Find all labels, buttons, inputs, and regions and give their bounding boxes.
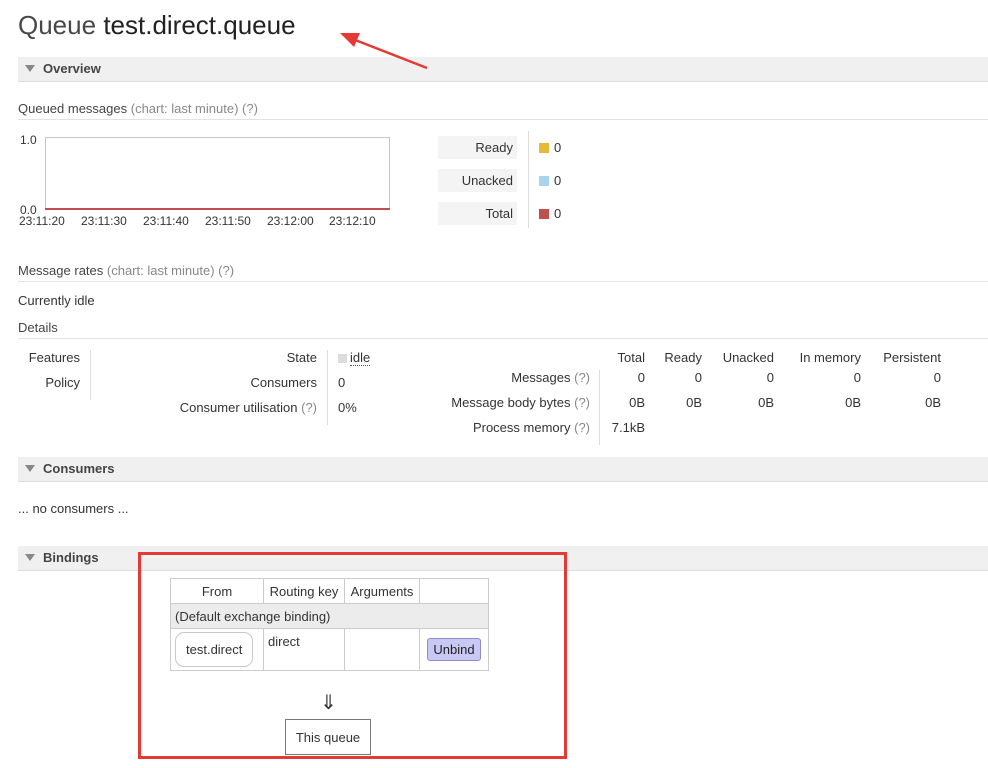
stat-cell: 0B: [629, 395, 645, 410]
legend-ready-swatch[interactable]: [539, 143, 549, 153]
queue-name: test.direct.queue: [103, 10, 296, 40]
legend-total-label: Total: [438, 202, 517, 225]
consumer-utilisation-label: Consumer utilisation (?): [100, 400, 317, 415]
legend-unacked-value: 0: [554, 173, 562, 188]
details-divider: [327, 350, 328, 425]
stat-cell: 0B: [686, 395, 702, 410]
queued-messages-chart: [45, 137, 390, 209]
overview-section-header[interactable]: Overview: [18, 57, 988, 82]
state-idle-text: idle: [350, 350, 371, 366]
page-title: Queue test.direct.queue: [18, 10, 296, 41]
state-label: State: [286, 350, 317, 365]
stat-cell: 0: [933, 370, 941, 385]
details-title: Details: [18, 320, 58, 335]
col-header-ready: Ready: [664, 350, 702, 365]
collapse-triangle-icon: [25, 465, 35, 473]
overview-section-label: Overview: [43, 61, 101, 76]
idle-state-icon: [338, 354, 347, 364]
stat-cell: 0: [766, 370, 774, 385]
features-label: Features: [28, 350, 80, 365]
queued-messages-title: Queued messages: [18, 101, 128, 116]
collapse-triangle-icon: [25, 65, 35, 73]
col-header-unacked: Unacked: [722, 350, 774, 365]
chart-y-max-label: 1.0: [20, 133, 37, 147]
legend-divider: [528, 131, 529, 228]
legend-ready-value: 0: [554, 140, 562, 155]
body-bytes-label-text: Message body bytes: [451, 395, 571, 410]
chart-x-tick: 23:11:20: [19, 214, 65, 228]
stat-cell: 0B: [845, 395, 861, 410]
details-divider: [90, 350, 91, 400]
stat-cell: 0: [637, 370, 645, 385]
stat-cell: 0: [853, 370, 861, 385]
consumers-section-label: Consumers: [43, 461, 115, 476]
help-icon[interactable]: (?): [218, 263, 234, 278]
consumers-label: Consumers: [250, 375, 317, 390]
legend-total-swatch[interactable]: [539, 209, 549, 219]
message-rates-title: Message rates: [18, 263, 104, 278]
legend-unacked-swatch[interactable]: [539, 176, 549, 186]
help-icon[interactable]: (?): [242, 101, 258, 116]
chart-x-tick: 23:12:00: [267, 214, 314, 228]
help-icon[interactable]: (?): [574, 370, 590, 385]
messages-label-text: Messages: [511, 370, 571, 385]
consumer-utilisation-text: Consumer utilisation: [179, 400, 298, 415]
state-value: idle: [338, 350, 371, 366]
help-icon[interactable]: (?): [301, 400, 317, 415]
stat-cell: 0B: [758, 395, 774, 410]
consumers-value: 0: [338, 375, 346, 390]
chart-range-link[interactable]: (chart: last minute): [107, 263, 215, 278]
chart-x-tick: 23:12:10: [329, 214, 376, 228]
stat-cell: 0: [694, 370, 702, 385]
consumer-utilisation-value: 0%: [338, 400, 357, 415]
legend-ready-label: Ready: [438, 136, 517, 159]
stat-cell: 7.1kB: [611, 420, 645, 435]
legend-unacked-label: Unacked: [438, 169, 517, 192]
help-icon[interactable]: (?): [574, 420, 590, 435]
annotation-highlight-box: [138, 552, 567, 759]
process-memory-row-label: Process memory (?): [400, 420, 590, 435]
no-consumers-message: ... no consumers ...: [18, 501, 129, 516]
annotation-arrow-icon: [340, 33, 428, 70]
chart-x-tick: 23:11:50: [205, 214, 251, 228]
chart-x-tick: 23:11:40: [143, 214, 189, 228]
stat-cell: 0B: [925, 395, 941, 410]
chart-total-series-line: [45, 208, 390, 210]
messages-row-label: Messages (?): [400, 370, 590, 385]
process-memory-label-text: Process memory: [472, 420, 571, 435]
chart-range-link[interactable]: (chart: last minute): [131, 101, 239, 116]
policy-label: Policy: [45, 375, 80, 390]
details-heading: Details: [18, 320, 988, 339]
message-rates-heading: Message rates (chart: last minute) (?): [18, 263, 988, 282]
chart-x-tick: 23:11:30: [81, 214, 127, 228]
body-bytes-row-label: Message body bytes (?): [400, 395, 590, 410]
message-rates-status: Currently idle: [18, 293, 95, 308]
col-header-total: Total: [617, 350, 645, 365]
col-header-in-memory: In memory: [799, 350, 861, 365]
legend-total-value: 0: [554, 206, 562, 221]
help-icon[interactable]: (?): [574, 395, 590, 410]
collapse-triangle-icon: [25, 554, 35, 562]
bindings-section-label: Bindings: [43, 550, 99, 565]
col-header-persistent: Persistent: [883, 350, 941, 365]
consumers-section-header[interactable]: Consumers: [18, 457, 988, 482]
queued-messages-heading: Queued messages (chart: last minute) (?): [18, 101, 988, 120]
title-prefix: Queue: [18, 10, 97, 40]
